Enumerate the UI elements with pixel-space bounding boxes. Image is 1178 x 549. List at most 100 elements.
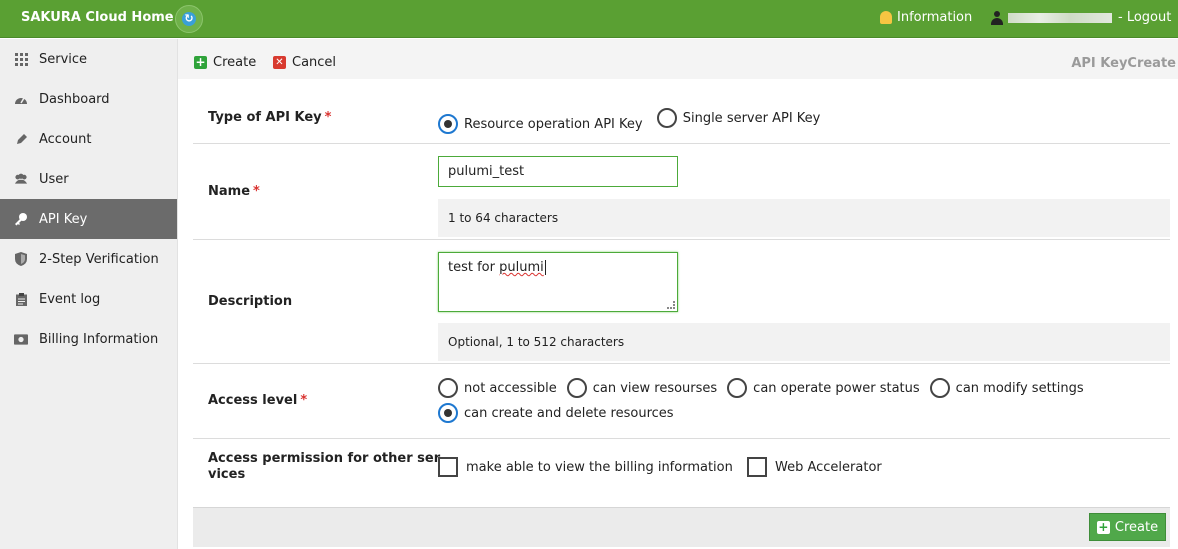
sidebar-item-label: 2-Step Verification — [39, 251, 159, 267]
radio-unchecked-icon — [438, 378, 458, 398]
radio-label: can create and delete resources — [464, 405, 674, 421]
access-permission-label-line2: vices — [208, 467, 246, 482]
required-mark: * — [300, 393, 308, 408]
access-level-label: Access level * — [208, 393, 307, 408]
radio-label: Single server API Key — [682, 110, 821, 126]
checkbox-web-accelerator[interactable]: Web Accelerator — [747, 457, 882, 477]
plus-icon: + — [1096, 519, 1110, 534]
user-icon — [990, 10, 1004, 25]
sidebar-item-billing-information[interactable]: Billing Information — [0, 319, 177, 359]
key-icon — [14, 212, 28, 226]
sidebar-item-service[interactable]: Service — [0, 39, 177, 79]
clipboard-icon — [14, 292, 28, 306]
required-mark: * — [324, 110, 332, 125]
description-text-misspelled: pulumi — [499, 260, 544, 275]
checkbox-label: make able to view the billing informatio… — [466, 459, 733, 475]
access-permission-label-line1: Access permission for other ser — [208, 451, 441, 466]
text-cursor — [544, 260, 546, 275]
checkbox-label: Web Accelerator — [775, 459, 882, 475]
radio-checked-icon — [438, 403, 458, 423]
radio-can-operate-power-status[interactable]: can operate power status — [727, 378, 920, 398]
checkbox-unchecked-icon — [747, 457, 767, 477]
radio-single-server-api-key[interactable]: Single server API Key — [656, 108, 821, 128]
radio-label: Resource operation API Key — [464, 116, 643, 132]
brand-title[interactable]: SAKURA Cloud Home : — [21, 10, 183, 25]
access-permission-checkbox-group: make able to view the billing informatio… — [438, 457, 892, 481]
description-hint: Optional, 1 to 512 characters — [438, 323, 1170, 361]
type-radio-group: Resource operation API Key Single server… — [438, 108, 830, 134]
radio-unchecked-icon — [929, 378, 950, 398]
information-label: Information — [897, 10, 973, 25]
page-title: API KeyCreate — [1071, 56, 1176, 71]
required-mark: * — [253, 184, 260, 199]
gauge-icon — [14, 92, 28, 106]
description-field: test for pulumi — [438, 252, 678, 312]
sidebar-item-label: Billing Information — [39, 331, 159, 347]
radio-can-view-resources[interactable]: can view resourses — [566, 378, 717, 398]
logout-link[interactable]: - Logout — [1118, 10, 1171, 25]
row-description: Description test for pulumi Optional, 1 … — [193, 240, 1170, 364]
checkbox-view-billing-information[interactable]: make able to view the billing informatio… — [438, 457, 733, 477]
radio-can-create-and-delete-resources[interactable]: can create and delete resources — [438, 403, 674, 423]
row-access-permission: Access permission for other ser vices ma… — [193, 439, 1170, 506]
radio-can-modify-settings[interactable]: can modify settings — [929, 378, 1084, 398]
radio-checked-icon — [438, 114, 458, 134]
resize-handle[interactable] — [667, 301, 675, 309]
name-hint: 1 to 64 characters — [438, 199, 1170, 237]
create-button[interactable]: + Create — [194, 55, 256, 70]
refresh-icon: ↻ — [182, 12, 196, 26]
toolbar: + Create ✕ Cancel API KeyCreate — [178, 39, 1178, 79]
sidebar-item-label: Service — [39, 51, 88, 67]
row-access-level: Access level * not accessible can view re… — [193, 364, 1170, 439]
cancel-label: Cancel — [292, 55, 337, 70]
sidebar-item-2-step-verification[interactable]: 2-Step Verification — [0, 239, 177, 279]
sidebar-item-event-log[interactable]: Event log — [0, 279, 177, 319]
description-textarea[interactable]: test for pulumi — [438, 252, 678, 312]
description-label: Description — [208, 294, 293, 309]
radio-unchecked-icon — [566, 378, 587, 398]
radio-label: can operate power status — [753, 380, 920, 396]
sidebar-item-dashboard[interactable]: Dashboard — [0, 79, 177, 119]
sidebar-item-label: Event log — [39, 291, 101, 307]
sidebar: Service Dashboard Account User API Key 2… — [0, 39, 178, 549]
name-label-text: Name — [208, 184, 251, 199]
footer-create-label: Create — [1114, 519, 1159, 535]
row-name: Name * pulumi_test 1 to 64 characters — [193, 144, 1170, 240]
type-label: Type of API Key * — [208, 110, 331, 125]
sidebar-item-label: Dashboard — [39, 91, 110, 107]
sidebar-item-label: API Key — [39, 211, 88, 227]
close-icon: ✕ — [273, 56, 286, 69]
information-link[interactable]: Information — [880, 10, 972, 25]
top-header: SAKURA Cloud Home : ↻ Information - Logo… — [0, 0, 1178, 38]
radio-unchecked-icon — [656, 108, 677, 128]
sidebar-item-label: User — [39, 171, 69, 187]
name-input[interactable]: pulumi_test — [438, 156, 678, 187]
radio-unchecked-icon — [727, 378, 748, 398]
row-type-of-api-key: Type of API Key * Resource operation API … — [193, 79, 1170, 144]
user-name-redacted — [1008, 12, 1112, 23]
create-label: Create — [213, 55, 257, 70]
sidebar-item-user[interactable]: User — [0, 159, 177, 199]
footer-create-button[interactable]: + Create — [1089, 513, 1166, 541]
pen-icon — [14, 132, 28, 146]
radio-label: not accessible — [464, 380, 557, 396]
sidebar-item-account[interactable]: Account — [0, 119, 177, 159]
shield-icon — [14, 252, 28, 266]
money-icon — [14, 332, 28, 346]
grid-icon — [14, 52, 28, 66]
sidebar-item-api-key[interactable]: API Key — [0, 199, 177, 239]
cancel-button[interactable]: ✕ Cancel — [273, 55, 336, 70]
radio-resource-operation-api-key[interactable]: Resource operation API Key — [438, 114, 643, 134]
name-field: pulumi_test — [438, 156, 678, 187]
name-label: Name * — [208, 184, 260, 199]
plus-icon: + — [194, 55, 207, 69]
access-level-label-text: Access level — [208, 393, 298, 408]
radio-label: can modify settings — [955, 380, 1084, 396]
refresh-button[interactable]: ↻ — [175, 5, 203, 33]
form-footer: + Create — [193, 507, 1170, 547]
radio-not-accessible[interactable]: not accessible — [438, 378, 557, 398]
description-text-prefix: test for — [448, 260, 500, 275]
user-area: - Logout — [990, 10, 1171, 25]
checkbox-unchecked-icon — [438, 457, 458, 477]
users-icon — [14, 172, 28, 186]
